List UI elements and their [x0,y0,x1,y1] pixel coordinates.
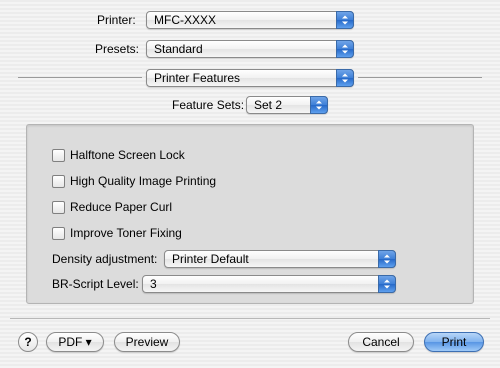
print-button[interactable]: Print [424,332,484,352]
pdf-button[interactable]: PDF ▾ [46,332,104,352]
density-label: Density adjustment: [52,252,158,266]
presets-value: Standard [154,42,203,56]
popup-arrows-icon [336,40,354,58]
br-script-value: 3 [150,277,157,291]
feature-sets-value: Set 2 [254,98,283,112]
br-script-popup[interactable]: 3 [142,275,396,293]
printer-value: MFC-XXXX [154,13,217,27]
improve-toner-fixing-checkbox[interactable] [52,227,65,240]
print-button-label: Print [441,335,467,349]
option-label: Halftone Screen Lock [70,148,185,162]
density-value: Printer Default [172,252,249,266]
pdf-button-label: PDF ▾ [58,335,92,349]
presets-label: Presets: [95,42,140,56]
help-button[interactable]: ? [18,332,38,352]
density-popup[interactable]: Printer Default [164,250,396,268]
separator-left [18,77,142,78]
popup-arrows-icon [310,96,328,114]
popup-arrows-icon [378,275,396,293]
pane-value: Printer Features [154,71,241,85]
presets-popup[interactable]: Standard [146,40,354,58]
separator-right [358,77,482,78]
popup-arrows-icon [336,69,354,87]
printer-label: Printer: [97,13,136,27]
popup-arrows-icon [378,250,396,268]
reduce-paper-curl-checkbox[interactable] [52,201,65,214]
option-label: Improve Toner Fixing [70,226,182,240]
option-label: High Quality Image Printing [70,174,217,188]
popup-arrows-icon [336,11,354,29]
pane-popup[interactable]: Printer Features [146,69,354,87]
help-icon: ? [24,335,32,349]
preview-button[interactable]: Preview [114,332,180,352]
feature-sets-popup[interactable]: Set 2 [246,96,328,114]
footer-separator [10,318,490,319]
cancel-button-label: Cancel [362,335,400,349]
preview-button-label: Preview [125,335,169,349]
br-script-label: BR-Script Level: [52,277,139,291]
high-quality-image-printing-checkbox[interactable] [52,175,65,188]
printer-popup[interactable]: MFC-XXXX [146,11,354,29]
cancel-button[interactable]: Cancel [348,332,414,352]
feature-sets-label: Feature Sets: [172,98,245,112]
option-label: Reduce Paper Curl [70,200,173,214]
halftone-screen-lock-checkbox[interactable] [52,149,65,162]
